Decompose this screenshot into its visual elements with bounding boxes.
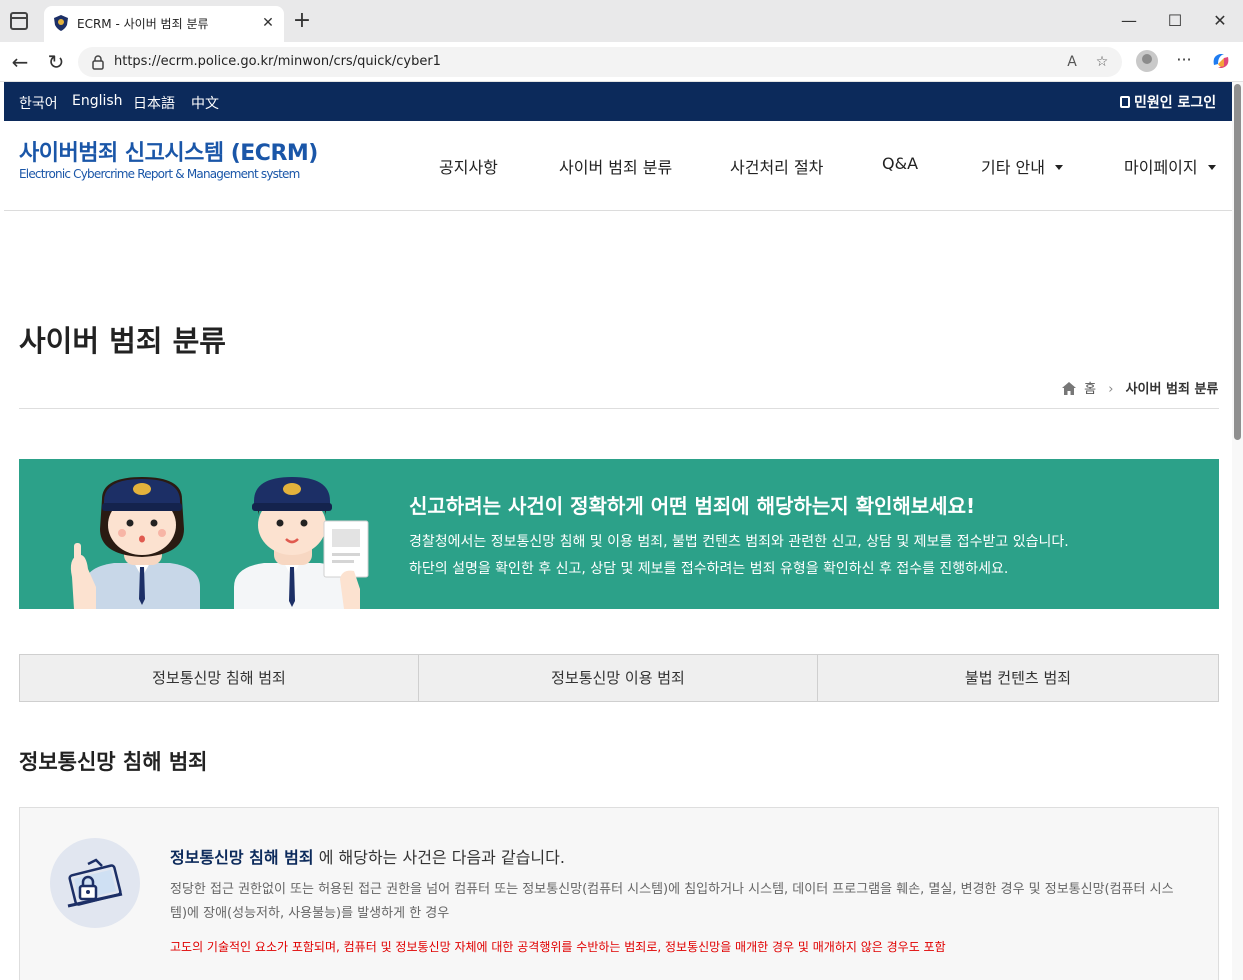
tab-title: ECRM - 사이버 범죄 분류	[77, 17, 209, 31]
site-logo-subtitle: Electronic Cybercrime Report & Managemen…	[19, 167, 300, 181]
laptop-lock-icon	[67, 858, 123, 908]
nav-other-info-label: 기타 안내	[981, 158, 1045, 177]
tab-network-intrusion[interactable]: 정보통신망 침해 범죄	[20, 655, 419, 701]
info-heading-strong: 정보통신망 침해 범죄	[170, 848, 314, 867]
crime-category-tabs: 정보통신망 침해 범죄 정보통신망 이용 범죄 불법 컨텐츠 범죄	[19, 654, 1219, 702]
nav-mypage[interactable]: 마이페이지	[1124, 154, 1216, 178]
browser-tab[interactable]: ECRM - 사이버 범죄 분류 ✕	[44, 6, 284, 42]
utility-bar: 한국어 English 日本語 中文 민원인 로그인	[4, 82, 1232, 121]
site-info-icon[interactable]	[90, 54, 106, 70]
title-divider	[19, 408, 1219, 409]
address-toolbar: ← ↻ https://ecrm.police.go.kr/minwon/crs…	[0, 42, 1243, 82]
url-text: https://ecrm.police.go.kr/minwon/crs/qui…	[114, 54, 441, 69]
info-heading-rest: 에 해당하는 사건은 다음과 같습니다.	[313, 848, 565, 867]
page-scrollbar[interactable]	[1232, 82, 1243, 980]
breadcrumb-current: 사이버 범죄 분류	[1125, 382, 1219, 397]
read-aloud-icon[interactable]: A	[1062, 52, 1082, 72]
info-description: 정당한 접근 권한없이 또는 허용된 접근 권한을 넘어 컴퓨터 또는 정보통신…	[170, 882, 1174, 921]
more-menu-icon[interactable]: ···	[1172, 48, 1196, 72]
banner-headline: 신고하려는 사건이 정확하게 어떤 범죄에 해당하는지 확인해보세요!	[409, 494, 976, 518]
tab-illegal-content[interactable]: 불법 컨텐츠 범죄	[818, 655, 1218, 701]
web-page: 한국어 English 日本語 中文 민원인 로그인 사이버범죄 신고시스템 (…	[4, 82, 1232, 980]
banner-text-line-2: 하단의 설명을 확인한 후 신고, 상담 및 제보를 접수하려는 범죄 유형을 …	[409, 561, 1009, 577]
nav-case-procedure[interactable]: 사건처리 절차	[730, 154, 823, 178]
address-bar[interactable]: https://ecrm.police.go.kr/minwon/crs/qui…	[78, 47, 1122, 77]
close-tab-icon[interactable]: ✕	[258, 13, 278, 33]
back-icon[interactable]: ←	[8, 50, 32, 74]
minimize-icon[interactable]: —	[1114, 8, 1144, 34]
lang-korean-link[interactable]: 한국어	[19, 93, 58, 113]
banner-text-line-1: 경찰청에서는 정보통신망 침해 및 이용 범죄, 불법 컨텐츠 범죄와 관련한 …	[409, 534, 1069, 550]
police-badge-icon	[54, 15, 68, 31]
hacking-icon	[50, 838, 140, 928]
nav-mypage-label: 마이페이지	[1124, 158, 1198, 177]
new-tab-icon[interactable]: +	[290, 10, 314, 34]
lang-chinese-link[interactable]: 中文	[191, 93, 219, 113]
nav-other-info[interactable]: 기타 안내	[981, 154, 1063, 178]
browser-tab-bar: ECRM - 사이버 범죄 분류 ✕ + — ☐ ✕	[0, 0, 1243, 42]
page-title: 사이버 범죄 분류	[19, 324, 226, 358]
login-link[interactable]: 민원인 로그인	[1120, 92, 1216, 112]
nav-notice[interactable]: 공지사항	[439, 154, 498, 178]
breadcrumb-chevron-icon: ›	[1108, 382, 1114, 397]
breadcrumb: 홈 › 사이버 범죄 분류	[1062, 378, 1218, 397]
tab-actions-icon[interactable]	[10, 12, 28, 30]
maximize-icon[interactable]: ☐	[1160, 8, 1190, 34]
guide-banner: 신고하려는 사건이 정확하게 어떤 범죄에 해당하는지 확인해보세요! 경찰청에…	[19, 459, 1219, 609]
nav-qna[interactable]: Q&A	[882, 154, 918, 173]
lang-japanese-link[interactable]: 日本語	[133, 93, 175, 113]
tab-network-use[interactable]: 정보통신망 이용 범죄	[419, 655, 818, 701]
site-logo-title[interactable]: 사이버범죄 신고시스템 (ECRM)	[19, 135, 318, 167]
home-icon[interactable]	[1062, 382, 1076, 395]
crime-info-box: 정보통신망 침해 범죄 에 해당하는 사건은 다음과 같습니다. 정당한 접근 …	[19, 807, 1219, 980]
copilot-icon[interactable]	[1210, 50, 1232, 72]
scrollbar-thumb[interactable]	[1234, 84, 1241, 440]
police-officers-illustration	[70, 477, 369, 609]
chevron-down-icon	[1207, 165, 1216, 170]
site-header: 사이버범죄 신고시스템 (ECRM) Electronic Cybercrime…	[4, 121, 1232, 211]
lock-icon	[1120, 96, 1130, 108]
chevron-down-icon	[1054, 165, 1063, 170]
lang-english-link[interactable]: English	[72, 93, 123, 109]
section-title: 정보통신망 침해 범죄	[19, 750, 208, 774]
info-heading: 정보통신망 침해 범죄 에 해당하는 사건은 다음과 같습니다.	[170, 844, 565, 868]
reload-icon[interactable]: ↻	[44, 50, 68, 74]
breadcrumb-home[interactable]: 홈	[1084, 382, 1096, 397]
close-window-icon[interactable]: ✕	[1205, 8, 1235, 34]
favorite-star-icon[interactable]: ☆	[1092, 52, 1112, 72]
nav-crime-classification[interactable]: 사이버 범죄 분류	[559, 154, 672, 178]
login-label: 민원인 로그인	[1134, 95, 1217, 111]
info-warning: 고도의 기술적인 요소가 포함되며, 컴퓨터 및 정보통신망 자체에 대한 공격…	[170, 940, 946, 954]
profile-avatar[interactable]	[1136, 50, 1158, 72]
